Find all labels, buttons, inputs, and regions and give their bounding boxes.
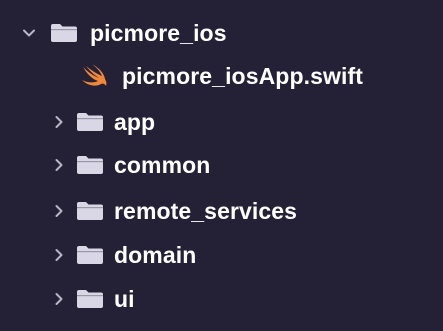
tree-row-domain[interactable]: domain	[50, 235, 196, 275]
tree-row-ui[interactable]: ui	[50, 279, 135, 319]
folder-icon	[77, 202, 103, 220]
chevron-right-icon[interactable]	[50, 290, 68, 308]
tree-row-common[interactable]: common	[50, 145, 210, 185]
tree-row-label: ui	[114, 286, 135, 312]
tree-row-label: remote_services	[114, 198, 298, 224]
project-navigator: picmore_ios picmore_iosApp.swift app com…	[0, 0, 443, 331]
tree-row-label: app	[114, 109, 156, 135]
tree-row-label: common	[114, 152, 211, 178]
folder-icon	[77, 113, 103, 131]
tree-row-picmore-ios[interactable]: picmore_ios	[20, 13, 227, 53]
tree-row-app[interactable]: app	[50, 102, 155, 142]
folder-icon	[77, 246, 103, 264]
chevron-down-icon[interactable]	[20, 24, 38, 42]
folder-icon	[77, 290, 103, 308]
folder-icon	[51, 24, 77, 42]
chevron-right-icon[interactable]	[50, 113, 68, 131]
chevron-right-icon[interactable]	[50, 156, 68, 174]
folder-icon	[77, 156, 103, 174]
tree-row-label: picmore_iosApp.swift	[122, 63, 363, 89]
swift-icon	[82, 64, 107, 86]
tree-row-label: picmore_ios	[90, 20, 227, 46]
tree-row-label: domain	[114, 242, 197, 268]
bottom-edge	[0, 320, 443, 331]
tree-row-swift-file[interactable]: picmore_iosApp.swift	[80, 56, 363, 96]
chevron-right-icon[interactable]	[50, 202, 68, 220]
chevron-right-icon[interactable]	[50, 246, 68, 264]
tree-row-remote-services[interactable]: remote_services	[50, 191, 297, 231]
